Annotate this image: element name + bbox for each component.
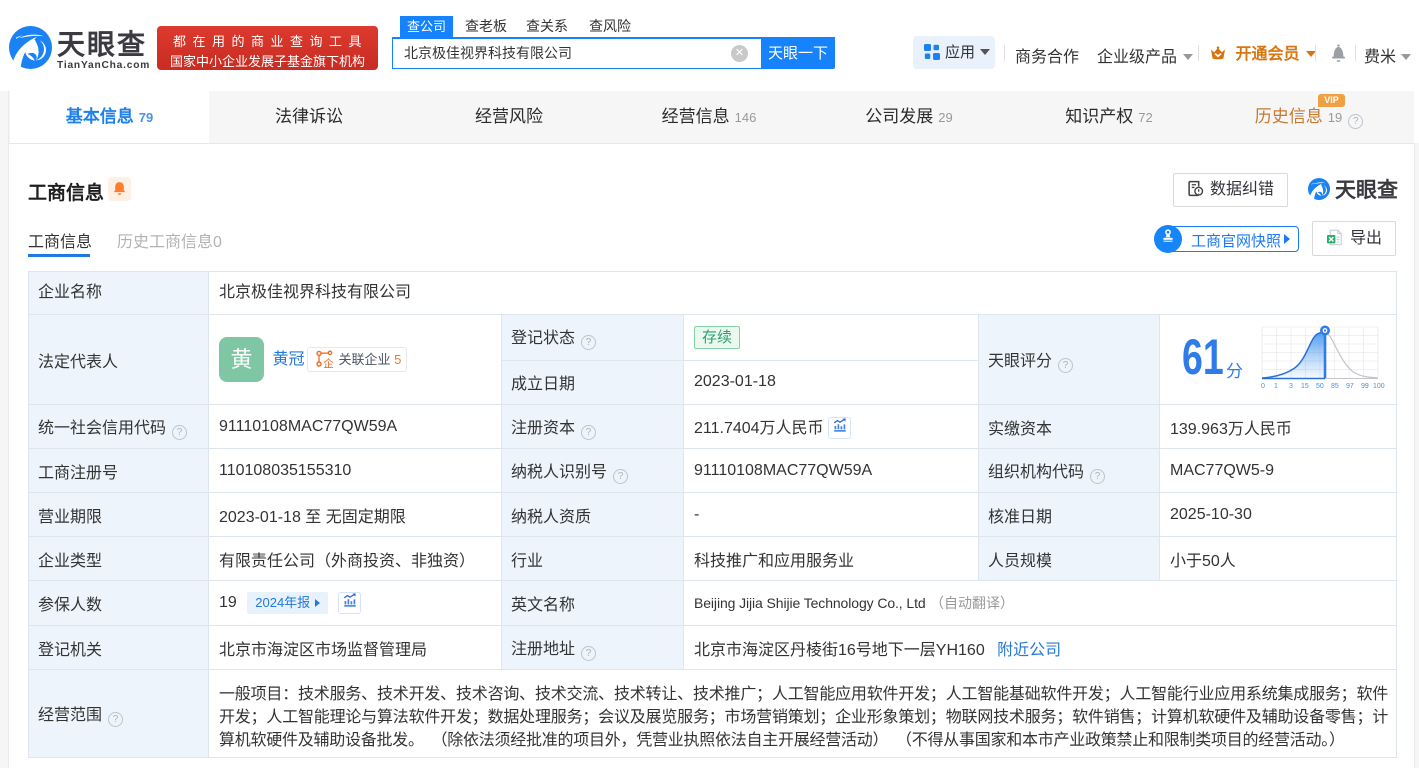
svg-text:1: 1 bbox=[1274, 383, 1278, 390]
svg-text:天眼查: 天眼查 bbox=[1335, 178, 1398, 200]
svg-text:99: 99 bbox=[1361, 383, 1369, 390]
svg-text:0: 0 bbox=[1261, 383, 1265, 390]
svg-text:85: 85 bbox=[1331, 383, 1339, 390]
svg-text:97: 97 bbox=[1346, 383, 1354, 390]
svg-text:50: 50 bbox=[1316, 383, 1324, 390]
svg-text:天眼查: 天眼查 bbox=[57, 29, 147, 60]
svg-text:企: 企 bbox=[324, 357, 335, 368]
svg-text:100: 100 bbox=[1373, 383, 1385, 390]
svg-text:3: 3 bbox=[1289, 383, 1293, 390]
svg-text:15: 15 bbox=[1301, 383, 1309, 390]
svg-text:TianYanCha.com: TianYanCha.com bbox=[57, 60, 150, 70]
